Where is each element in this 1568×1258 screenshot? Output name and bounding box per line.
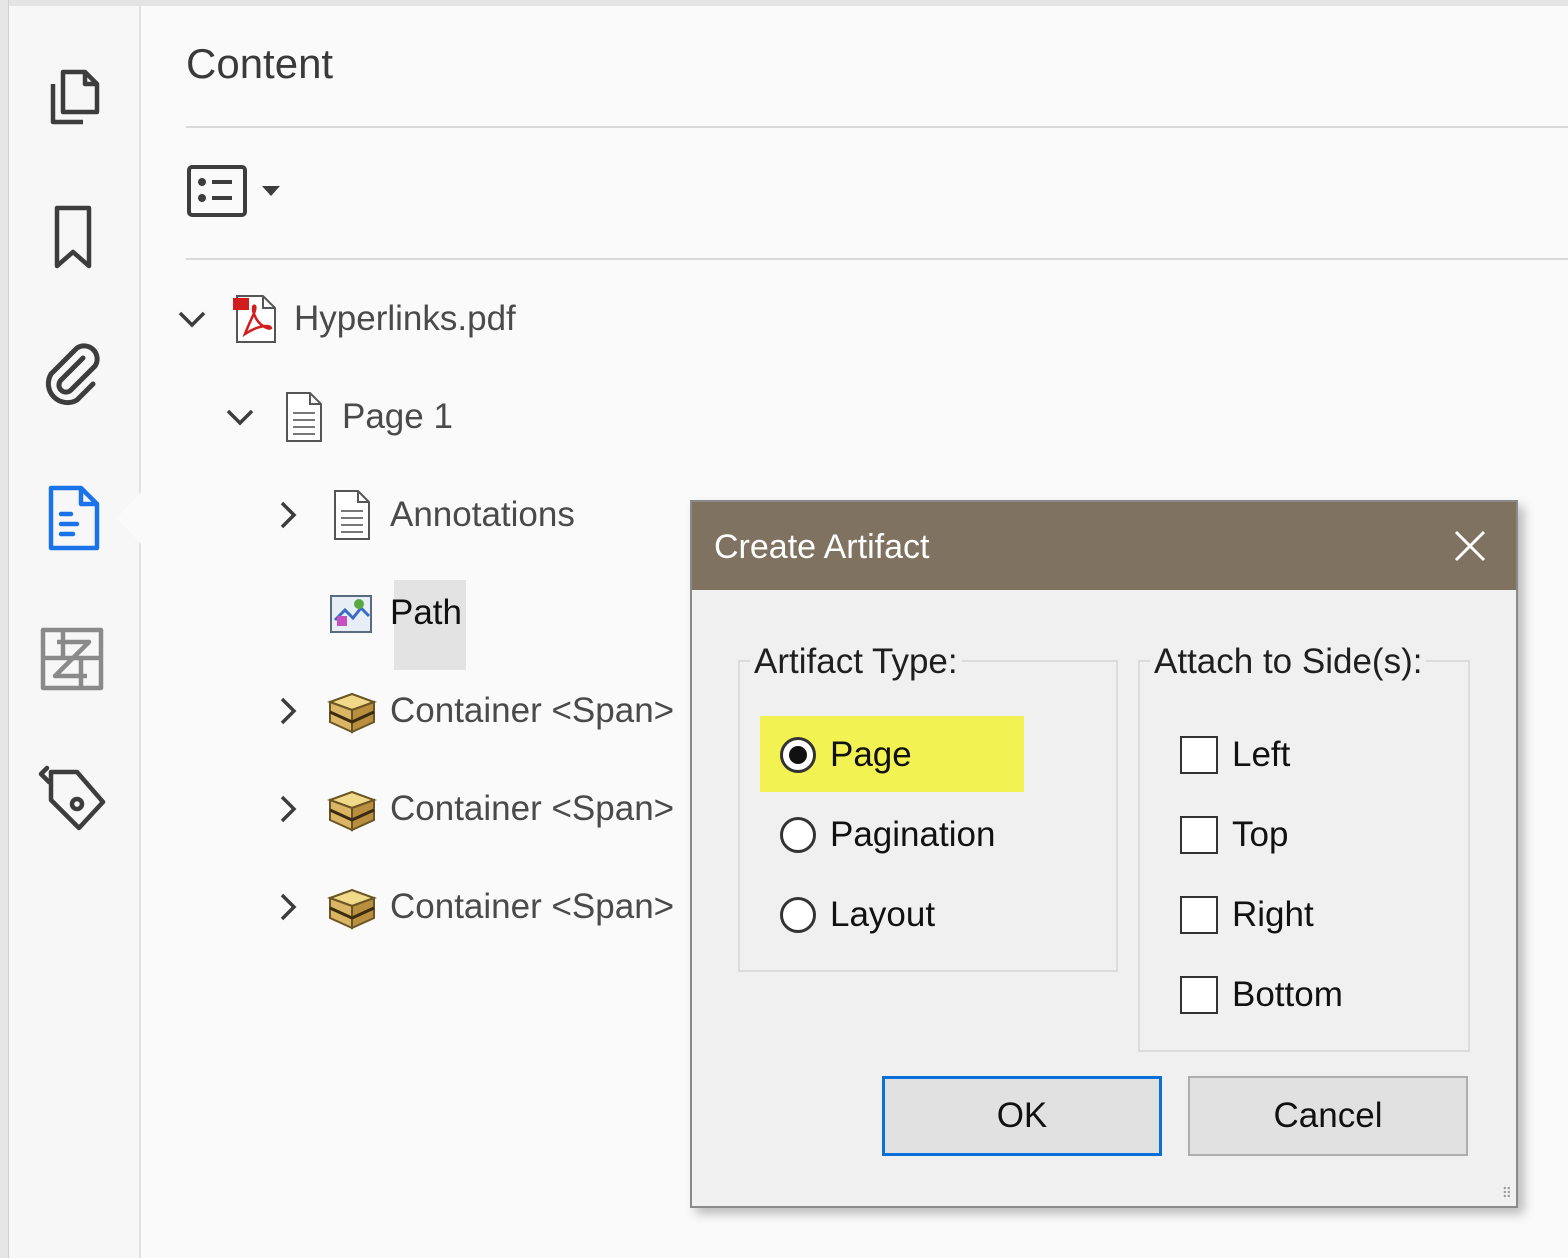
radio-layout-label: Layout: [830, 895, 936, 934]
tree-item-annotations[interactable]: Annotations: [266, 480, 575, 550]
path-object-icon: [324, 583, 380, 643]
tree-item-page-1[interactable]: Page 1: [218, 382, 453, 452]
tree-item-path[interactable]: Path: [310, 578, 462, 648]
container-box-icon: [324, 681, 380, 741]
tree-item-container-span-1[interactable]: Container <Span>: [266, 676, 674, 746]
radio-pagination-label: Pagination: [830, 815, 996, 854]
chevron-right-icon[interactable]: [266, 787, 310, 831]
checkbox-top-label: Top: [1232, 815, 1289, 854]
dialog-title-bar[interactable]: Create Artifact: [692, 502, 1516, 590]
checkbox-left-label: Left: [1232, 735, 1291, 774]
tree-item-container-span-3[interactable]: Container <Span>: [266, 872, 674, 942]
left-window-edge: [0, 0, 9, 1258]
radio-button[interactable]: [780, 817, 816, 853]
checkbox-bottom-label: Bottom: [1232, 975, 1343, 1014]
checkbox-box[interactable]: [1180, 976, 1218, 1014]
page-icon: [276, 387, 332, 447]
tree-item-label: Container <Span>: [390, 887, 675, 926]
checkbox-left[interactable]: Left: [1180, 720, 1290, 790]
tree-item-label: Container <Span>: [390, 789, 675, 828]
cancel-button[interactable]: Cancel: [1188, 1076, 1468, 1156]
chevron-right-icon[interactable]: [266, 885, 310, 929]
tree-item-label: Container <Span>: [390, 691, 675, 730]
chevron-down-icon[interactable]: [170, 297, 214, 341]
radio-button[interactable]: [780, 897, 816, 933]
tree-item-container-span-2[interactable]: Container <Span>: [266, 774, 674, 844]
checkbox-box[interactable]: [1180, 736, 1218, 774]
attach-sides-label: Attach to Side(s):: [1150, 642, 1427, 682]
content-icon[interactable]: [33, 478, 113, 558]
attachment-icon[interactable]: [33, 332, 113, 412]
close-icon[interactable]: [1448, 524, 1492, 568]
tree-item-label: Path: [390, 593, 462, 632]
tree-item-label: Hyperlinks.pdf: [294, 299, 516, 338]
page-icon: [324, 485, 380, 545]
order-icon[interactable]: [33, 618, 113, 698]
page-thumbnails-icon[interactable]: [33, 56, 113, 136]
chevron-right-icon[interactable]: [266, 493, 310, 537]
ok-button[interactable]: OK: [882, 1076, 1162, 1156]
checkbox-box[interactable]: [1180, 816, 1218, 854]
container-box-icon: [324, 877, 380, 937]
checkbox-bottom[interactable]: Bottom: [1180, 960, 1343, 1030]
resize-grip-icon[interactable]: ⠿: [1502, 1185, 1512, 1202]
top-border: [0, 0, 1568, 6]
toolbar-divider: [186, 258, 1568, 260]
checkbox-right[interactable]: Right: [1180, 880, 1314, 950]
container-box-icon: [324, 779, 380, 839]
create-artifact-dialog: Create Artifact Artifact Type: Page Pagi…: [690, 500, 1518, 1208]
chevron-down-icon[interactable]: [218, 395, 262, 439]
radio-page-label: Page: [830, 735, 912, 774]
dialog-title: Create Artifact: [714, 528, 930, 566]
panel-title: Content: [186, 40, 334, 87]
options-menu-button[interactable]: [186, 164, 282, 218]
tags-icon[interactable]: [33, 758, 113, 838]
title-divider: [186, 126, 1568, 128]
radio-page[interactable]: Page: [780, 720, 912, 790]
checkbox-right-label: Right: [1232, 895, 1314, 934]
radio-button-selected[interactable]: [780, 737, 816, 773]
chevron-right-icon[interactable]: [266, 689, 310, 733]
pdf-file-icon: [228, 289, 284, 349]
artifact-type-label: Artifact Type:: [750, 642, 962, 682]
radio-layout[interactable]: Layout: [780, 880, 935, 950]
radio-pagination[interactable]: Pagination: [780, 800, 995, 870]
tree-item-label: Annotations: [390, 495, 575, 534]
options-list-icon: [187, 165, 247, 217]
navigation-pane: [9, 6, 141, 1258]
bookmark-icon[interactable]: [33, 196, 113, 276]
checkbox-top[interactable]: Top: [1180, 800, 1288, 870]
active-pane-pointer: [117, 492, 141, 544]
checkbox-box[interactable]: [1180, 896, 1218, 934]
dropdown-arrow-icon: [262, 186, 280, 196]
tree-item-label: Page 1: [342, 397, 453, 436]
tree-item-hyperlinks-pdf[interactable]: Hyperlinks.pdf: [170, 284, 516, 354]
